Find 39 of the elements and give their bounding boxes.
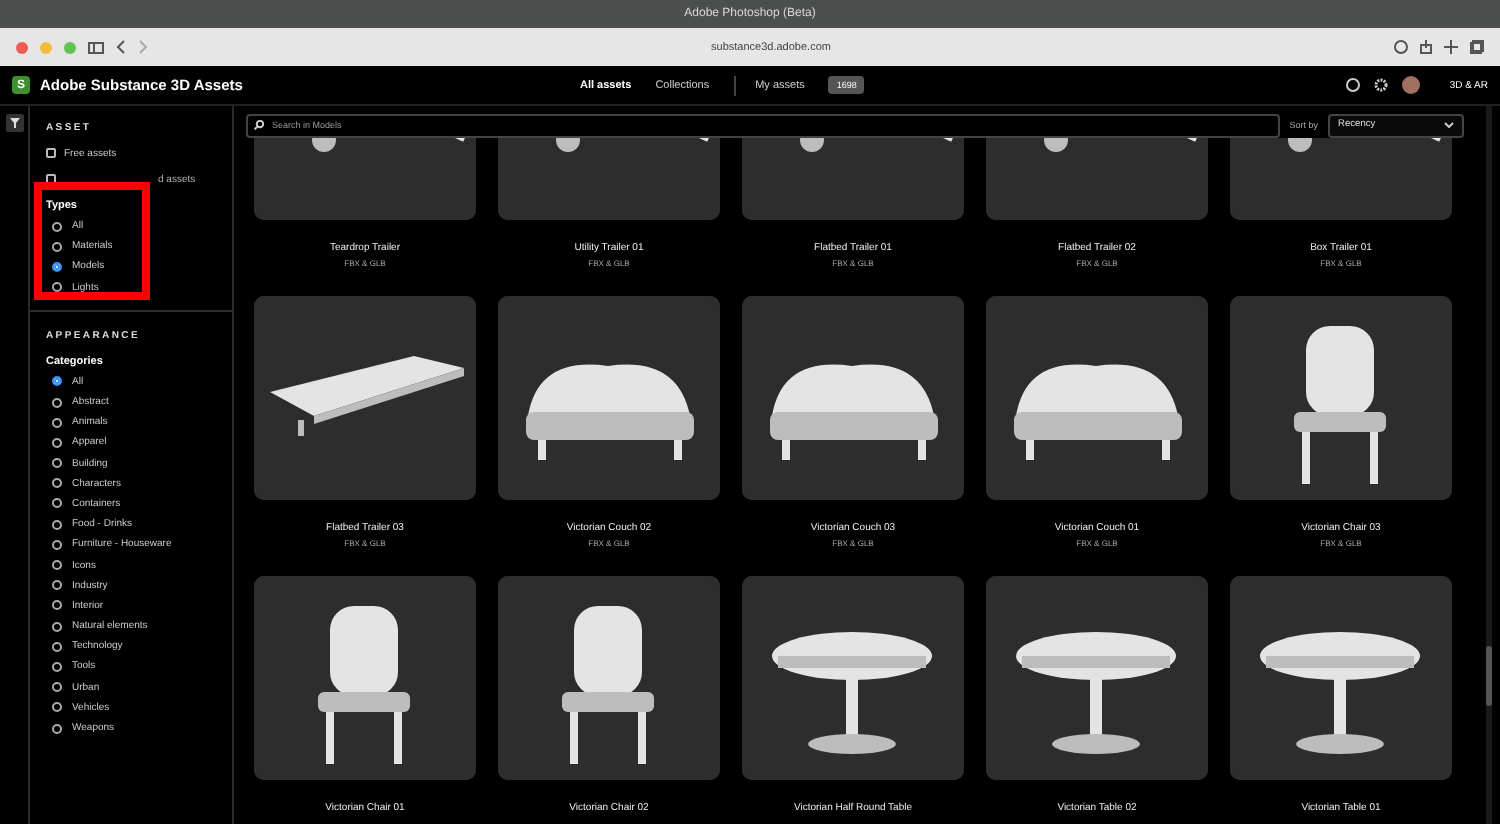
radio-button[interactable]: [52, 723, 62, 734]
search-icon: [254, 120, 264, 130]
settings-icon[interactable]: [1373, 78, 1388, 92]
caret-icon: [1444, 122, 1454, 128]
radio-button[interactable]: [52, 458, 62, 469]
download-icon[interactable]: [1394, 40, 1408, 54]
radio-button[interactable]: [52, 661, 62, 672]
filter-button[interactable]: [5, 114, 23, 132]
help-icon[interactable]: [1345, 78, 1360, 92]
radio-button[interactable]: [52, 621, 62, 632]
scrollbar-thumb[interactable]: [1486, 646, 1492, 706]
radio-button[interactable]: [52, 376, 62, 387]
radio-button[interactable]: [52, 397, 62, 408]
checkbox[interactable]: [46, 148, 56, 158]
checkbox[interactable]: [46, 174, 56, 184]
avatar[interactable]: [1401, 76, 1420, 94]
radio-button[interactable]: [52, 600, 62, 611]
highlight-frame: [34, 182, 150, 300]
radio-button[interactable]: [52, 478, 62, 489]
close-button[interactable]: [16, 41, 28, 53]
plus-icon[interactable]: [1444, 40, 1458, 54]
radio-button[interactable]: [52, 261, 62, 272]
radio-button[interactable]: [52, 241, 62, 252]
radio-button[interactable]: [52, 560, 62, 571]
radio-button[interactable]: [52, 641, 62, 652]
radio-button[interactable]: [52, 702, 62, 713]
sidebar-icon[interactable]: [88, 41, 104, 53]
back-icon[interactable]: [116, 40, 126, 54]
radio-button[interactable]: [52, 282, 62, 293]
radio-button[interactable]: [52, 539, 62, 550]
radio-button[interactable]: [52, 437, 62, 448]
radio-button[interactable]: [52, 580, 62, 591]
radio-button[interactable]: [52, 221, 62, 232]
radio-button[interactable]: [52, 417, 62, 428]
share-icon[interactable]: [1420, 40, 1432, 54]
radio-button[interactable]: [52, 519, 62, 530]
radio-button[interactable]: [52, 682, 62, 693]
radio-button[interactable]: [52, 498, 62, 509]
tabs-icon[interactable]: [1470, 40, 1484, 54]
